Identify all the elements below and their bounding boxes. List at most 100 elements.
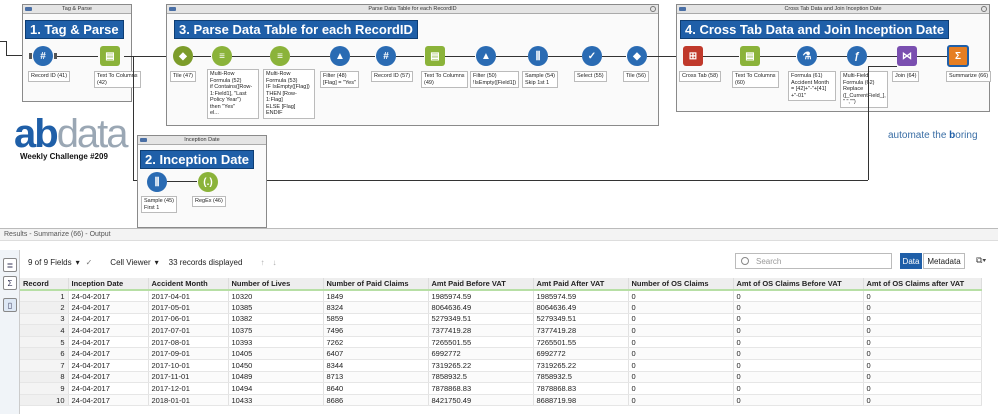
table-cell[interactable]: 0 [628,382,734,395]
table-cell[interactable]: 24-04-2017 [68,290,149,303]
container-toggle-icon[interactable] [679,7,686,11]
table-cell[interactable]: 7858932.5 [428,371,534,384]
table-cell[interactable]: 8688719.98 [533,394,629,407]
select-tool[interactable]: ✓ [582,46,602,66]
regex-tool[interactable]: (.) [198,172,218,192]
metadata-tab-button[interactable]: Metadata [923,253,965,269]
table-cell[interactable]: 7878868.83 [428,382,534,395]
table-row[interactable]: 8 24-04-2017 2017-11-01 10489 8713 7858932.5 7… [20,371,982,384]
container-toggle-icon[interactable] [169,7,176,11]
table-cell[interactable]: 0 [628,394,734,407]
table-cell[interactable]: 10385 [228,301,324,314]
filter-tool[interactable]: ▲ [330,46,350,66]
workflow-canvas[interactable]: Tag & Parse 1. Tag & Parse # Record ID (… [0,0,998,228]
column-header[interactable]: Amt Paid Before VAT [428,278,534,291]
fields-dropdown[interactable]: 9 of 9 Fields [28,258,72,267]
container-collapse-icon[interactable] [981,6,987,12]
table-cell[interactable]: 24-04-2017 [68,382,149,395]
table-cell[interactable]: 0 [863,359,982,372]
table-cell[interactable]: 0 [628,301,734,314]
table-cell[interactable]: 10382 [228,313,324,326]
formula-tool[interactable]: ⚗ [797,46,817,66]
table-cell[interactable]: 8064636.49 [428,301,534,314]
table-cell[interactable]: 0 [733,371,864,384]
table-cell[interactable]: 0 [863,324,982,337]
table-cell[interactable]: 24-04-2017 [68,359,149,372]
table-cell[interactable]: 10320 [228,290,324,303]
table-cell[interactable]: 10494 [228,382,324,395]
arrow-down-icon[interactable]: ↓ [272,258,276,267]
sample-tool[interactable]: ⫼ [528,46,548,66]
table-cell[interactable]: 0 [733,301,864,314]
table-cell[interactable]: 24-04-2017 [68,371,149,384]
table-cell[interactable]: 24-04-2017 [68,394,149,407]
column-header[interactable]: Record [20,278,69,291]
table-cell[interactable]: 0 [733,290,864,303]
table-cell[interactable]: 8421750.49 [428,394,534,407]
table-cell[interactable]: 0 [863,347,982,361]
container-titlebar[interactable]: Parse Data Table for each RecordID [167,5,658,14]
table-cell[interactable]: 2017-09-01 [148,347,229,361]
column-header[interactable]: Number of Paid Claims [323,278,429,291]
chevron-down-icon[interactable]: ▾ [155,258,159,267]
table-row[interactable]: 7 24-04-2017 2017-10-01 10450 8344 7319265.22… [20,359,982,372]
table-cell[interactable]: 0 [863,382,982,395]
table-cell[interactable]: 0 [628,313,734,326]
table-cell[interactable]: 7265501.55 [428,336,534,349]
record-id-tool[interactable]: # [29,46,57,66]
table-cell[interactable]: 2017-06-01 [148,313,229,326]
table-row[interactable]: 10 24-04-2017 2018-01-01 10433 8686 8421750.4… [20,394,982,407]
table-cell[interactable]: 24-04-2017 [68,313,149,326]
sample-tool[interactable]: ⫼ [147,172,167,192]
join-tool[interactable]: ⋈ [897,46,917,66]
table-cell[interactable]: 0 [863,336,982,349]
table-cell[interactable]: 5859 [323,313,429,326]
table-cell[interactable]: 0 [863,301,982,314]
table-cell[interactable]: 0 [628,290,734,303]
table-cell[interactable]: 0 [628,347,734,361]
record-number[interactable]: 5 [20,336,69,349]
table-row[interactable]: 9 24-04-2017 2017-12-01 10494 8640 7878868.83… [20,382,982,395]
tile-tool[interactable]: ◆ [627,46,647,66]
table-cell[interactable]: 10405 [228,347,324,361]
column-header[interactable]: Amt of OS Claims after VAT [863,278,982,291]
table-cell[interactable]: 5279349.51 [428,313,534,326]
check-icon[interactable]: ✓ [86,258,93,267]
multi-row-formula-tool[interactable]: ≡ [212,46,232,66]
table-cell[interactable]: 2017-12-01 [148,382,229,395]
record-number[interactable]: 4 [20,324,69,337]
table-cell[interactable]: 0 [628,324,734,337]
record-id-tool[interactable]: # [376,46,396,66]
column-header[interactable]: Amt Paid After VAT [533,278,629,291]
filter-tool[interactable]: ▲ [476,46,496,66]
table-cell[interactable]: 0 [733,336,864,349]
table-cell[interactable]: 6992772 [533,347,629,361]
table-cell[interactable]: 7496 [323,324,429,337]
container-titlebar[interactable]: Cross Tab Data and Join Inception Date [677,5,989,14]
table-cell[interactable]: 24-04-2017 [68,301,149,314]
multi-field-formula-tool[interactable]: ƒ [847,46,867,66]
table-row[interactable]: 1 24-04-2017 2017-04-01 10320 1849 1985974.59… [20,290,982,303]
comment-crosstab[interactable]: 4. Cross Tab Data and Join Inception Dat… [680,20,950,39]
table-cell[interactable]: 7319265.22 [428,359,534,372]
table-cell[interactable]: 8064636.49 [533,301,629,314]
results-table[interactable]: Record Inception Date Accident Month Number… [20,278,982,407]
container-titlebar[interactable]: Inception Date [138,136,266,145]
crosstab-tool[interactable]: ⊞ [683,46,703,66]
record-number[interactable]: 8 [20,371,69,384]
table-cell[interactable]: 0 [863,394,982,407]
container-toggle-icon[interactable] [25,7,32,11]
sigma-icon[interactable]: Σ [3,276,17,290]
table-cell[interactable]: 2017-11-01 [148,371,229,384]
container-collapse-icon[interactable] [650,6,656,12]
table-cell[interactable]: 8713 [323,371,429,384]
table-cell[interactable]: 2017-07-01 [148,324,229,337]
table-cell[interactable]: 6992772 [428,347,534,361]
table-cell[interactable]: 10489 [228,371,324,384]
table-cell[interactable]: 24-04-2017 [68,336,149,349]
data-tab-button[interactable]: Data [900,253,922,269]
search-input[interactable]: Search [735,253,892,269]
container-titlebar[interactable]: Tag & Parse [23,5,131,14]
table-cell[interactable]: 0 [733,359,864,372]
column-header[interactable]: Number of Lives [228,278,324,291]
